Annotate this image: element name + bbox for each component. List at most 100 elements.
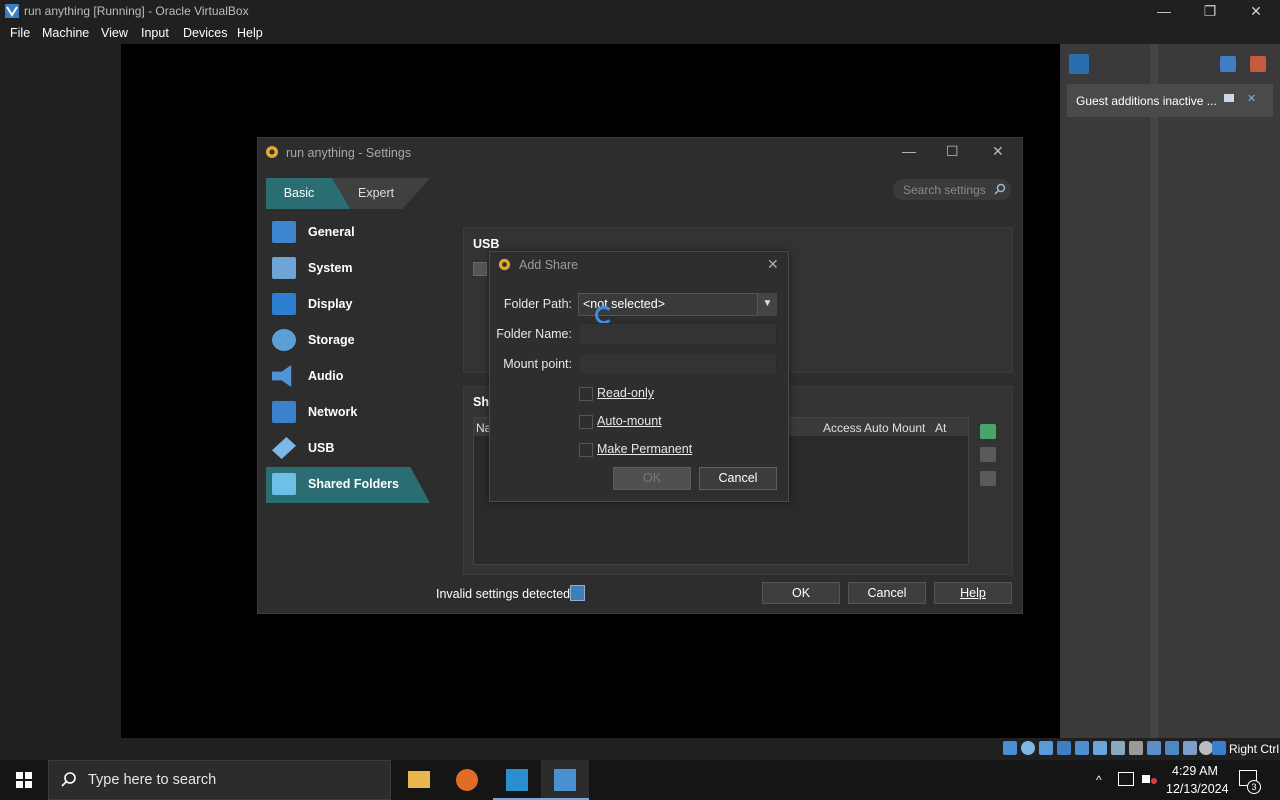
- search-icon: [61, 772, 76, 787]
- nav-item-system[interactable]: System: [266, 251, 430, 287]
- notification-text: Guest additions inactive ...: [1076, 94, 1217, 108]
- chip-icon: [272, 257, 296, 279]
- nav-label: USB: [308, 441, 335, 455]
- nav-item-network[interactable]: Network: [266, 395, 430, 431]
- folder-path-label: Folder Path:: [503, 297, 572, 311]
- settings-maximize-button[interactable]: ☐: [946, 143, 959, 160]
- menu-view[interactable]: View: [101, 26, 128, 40]
- folder-icon: [272, 473, 296, 495]
- tab-basic[interactable]: Basic: [266, 178, 332, 209]
- nav-item-general[interactable]: General: [266, 215, 430, 251]
- nav-label: System: [308, 261, 353, 275]
- make-permanent-checkbox[interactable]: [579, 443, 593, 457]
- mount-point-field[interactable]: [578, 353, 777, 375]
- display-status-icon[interactable]: [1129, 741, 1143, 755]
- notification-help-icon[interactable]: [1224, 94, 1234, 102]
- nav-label: General: [308, 225, 355, 239]
- shared-folders-status-icon[interactable]: [1111, 741, 1125, 755]
- nav-label: Network: [308, 405, 358, 419]
- firefox-icon[interactable]: [443, 760, 491, 800]
- usb-status-icon[interactable]: [1093, 741, 1107, 755]
- folder-path-value: <not selected>: [583, 297, 666, 311]
- invalid-settings-label: Invalid settings detected: [436, 587, 571, 601]
- notification-center-icon[interactable]: [1069, 54, 1089, 74]
- ok-button[interactable]: OK: [762, 582, 840, 604]
- vscode-icon[interactable]: [493, 760, 541, 800]
- clock-time[interactable]: 4:29 AM: [1172, 764, 1218, 778]
- volume-muted-icon[interactable]: [1142, 772, 1158, 786]
- auto-mount-label[interactable]: Auto-mount: [597, 414, 662, 428]
- restore-button[interactable]: ❐: [1187, 0, 1233, 22]
- read-only-checkbox[interactable]: [579, 387, 593, 401]
- menu-help[interactable]: Help: [237, 26, 263, 40]
- sort-icon[interactable]: [1220, 56, 1236, 72]
- windows-start-icon[interactable]: [0, 760, 48, 800]
- settings-title: run anything - Settings: [286, 146, 412, 160]
- column-auto-mount[interactable]: Auto Mount: [864, 421, 925, 435]
- guest-additions-icon[interactable]: [1199, 741, 1213, 755]
- folder-name-field[interactable]: [578, 323, 777, 345]
- chevron-down-icon[interactable]: ▼: [757, 293, 777, 316]
- recording-status-icon[interactable]: [1147, 741, 1161, 755]
- clock-date[interactable]: 12/13/2024: [1166, 782, 1229, 796]
- nav-label: Shared Folders: [308, 477, 399, 491]
- settings-search-placeholder: Search settings: [903, 183, 986, 197]
- warning-icon[interactable]: [570, 585, 585, 601]
- notification-close-icon[interactable]: ✕: [1247, 92, 1256, 105]
- clear-notifications-icon[interactable]: [1250, 56, 1266, 72]
- network-icon: [272, 401, 296, 423]
- keyboard-capture-icon[interactable]: [1212, 741, 1226, 755]
- display-icon: [272, 293, 296, 315]
- add-share-ok-button[interactable]: OK: [613, 467, 691, 490]
- settings-close-button[interactable]: ✕: [992, 143, 1004, 160]
- optical-drive-icon[interactable]: [1021, 741, 1035, 755]
- audio-status-icon[interactable]: [1057, 741, 1071, 755]
- settings-minimize-button[interactable]: —: [902, 143, 916, 159]
- nav-label: Display: [308, 297, 353, 311]
- add-share-close-icon[interactable]: ✕: [767, 256, 779, 273]
- menu-input[interactable]: Input: [141, 26, 169, 40]
- folder-name-label: Folder Name:: [496, 327, 572, 341]
- help-button[interactable]: Help: [934, 582, 1012, 604]
- add-share-cancel-button[interactable]: Cancel: [699, 467, 777, 490]
- search-icon: [994, 183, 1006, 195]
- usb-enable-checkbox[interactable]: [473, 262, 487, 276]
- menu-file[interactable]: File: [10, 26, 30, 40]
- monitor-icon: [272, 221, 296, 243]
- make-permanent-label[interactable]: Make Permanent: [597, 442, 692, 456]
- add-share-icon[interactable]: [980, 424, 996, 439]
- file-explorer-icon[interactable]: [395, 760, 443, 800]
- cancel-button[interactable]: Cancel: [848, 582, 926, 604]
- nav-item-storage[interactable]: Storage: [266, 323, 430, 359]
- floppy-icon[interactable]: [1039, 741, 1053, 755]
- notification-splitter[interactable]: [1150, 44, 1158, 738]
- minimize-button[interactable]: —: [1141, 0, 1187, 22]
- menu-machine[interactable]: Machine: [42, 26, 89, 40]
- column-at[interactable]: At: [935, 421, 946, 435]
- speaker-icon: [272, 365, 292, 387]
- remove-share-icon[interactable]: [980, 471, 996, 486]
- add-share-title: Add Share: [519, 258, 579, 272]
- auto-mount-checkbox[interactable]: [579, 415, 593, 429]
- chevron-up-icon[interactable]: ^: [1096, 773, 1102, 787]
- nav-item-audio[interactable]: Audio: [266, 359, 430, 395]
- nav-item-usb[interactable]: USB: [266, 431, 430, 467]
- network-status-icon[interactable]: [1075, 741, 1089, 755]
- close-button[interactable]: ✕: [1233, 0, 1279, 22]
- menu-devices[interactable]: Devices: [183, 26, 227, 40]
- cpu-status-icon[interactable]: [1165, 741, 1179, 755]
- mouse-integration-icon[interactable]: [1183, 741, 1197, 755]
- read-only-label[interactable]: Read-only: [597, 386, 654, 400]
- usb-icon: [272, 437, 296, 459]
- taskbar-search-placeholder: Type here to search: [88, 772, 217, 788]
- nav-item-shared-folders[interactable]: Shared Folders: [266, 467, 430, 503]
- nav-item-display[interactable]: Display: [266, 287, 430, 323]
- notification-panel-right: [1146, 44, 1280, 738]
- settings-gear-icon: [266, 146, 278, 158]
- disk-status-icon[interactable]: [1003, 741, 1017, 755]
- virtualbox-taskbar-icon[interactable]: [541, 760, 589, 800]
- network-tray-icon[interactable]: [1118, 772, 1134, 786]
- edit-share-icon[interactable]: [980, 447, 996, 462]
- column-access[interactable]: Access: [823, 421, 862, 435]
- usb-section-header: USB: [473, 237, 500, 251]
